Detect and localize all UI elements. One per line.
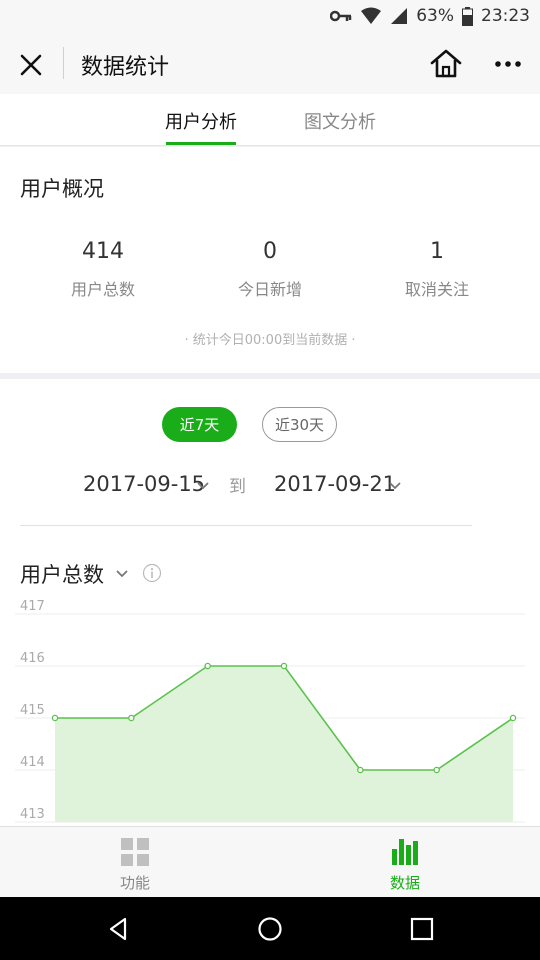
back-icon[interactable] (104, 915, 132, 943)
user-total-chart: 417 416 415 414 413 (15, 599, 525, 823)
stat-total-users: 414 用户总数 (18, 239, 188, 300)
active-tab-indicator (166, 142, 236, 145)
start-date-picker[interactable]: 2017-09-15 (83, 472, 205, 496)
close-button[interactable] (14, 48, 48, 82)
bottom-tab-bar: 功能 数据 (0, 826, 540, 897)
home-button[interactable] (428, 46, 464, 82)
user-overview-card: 用户概况 414 用户总数 0 今日新增 1 取消关注 · 统计今日00:00到… (0, 147, 540, 373)
stat-value: 1 (430, 239, 444, 264)
range-7-days-button[interactable]: 近7天 (162, 407, 237, 442)
grid-icon (121, 838, 149, 866)
chart-point[interactable] (433, 766, 440, 774)
bottom-tab-label: 功能 (119, 874, 150, 892)
key-icon (330, 9, 352, 23)
date-range-separator: 到 (229, 477, 246, 497)
chevron-down-icon (389, 482, 401, 490)
battery-icon (462, 6, 473, 26)
status-bar: 63% 23:23 (0, 0, 540, 34)
trend-card: 近7天 近30天 2017-09-15 到 2017-09-21 用户总数 41… (0, 379, 540, 826)
end-date-picker[interactable]: 2017-09-21 (274, 472, 396, 496)
analysis-tabs: 用户分析 图文分析 (0, 94, 540, 146)
battery-text: 63% (416, 6, 454, 26)
status-indicators: 63% 23:23 (330, 6, 530, 26)
wifi-icon (360, 7, 382, 25)
title-divider (63, 47, 64, 79)
title-bar: 数据统计 (0, 34, 540, 94)
info-icon[interactable] (142, 563, 162, 583)
home-circle-icon[interactable] (256, 915, 284, 943)
chart-point[interactable] (51, 714, 59, 722)
y-tick-label: 413 (20, 807, 45, 822)
chart-point[interactable] (509, 714, 517, 722)
more-button[interactable] (490, 48, 526, 80)
bottom-tab-data[interactable]: 数据 (345, 827, 465, 898)
bottom-tab-functions[interactable]: 功能 (75, 827, 195, 898)
stat-unfollow: 1 取消关注 (352, 239, 522, 300)
stat-label: 取消关注 (404, 280, 469, 299)
y-tick-label: 417 (20, 599, 45, 614)
stat-value: 0 (263, 239, 277, 264)
metric-selector[interactable]: 用户总数 (20, 559, 104, 589)
overview-title: 用户概况 (20, 177, 104, 201)
stat-label: 今日新增 (237, 280, 302, 299)
chart-area-fill (55, 666, 513, 822)
y-tick-label: 415 (20, 703, 45, 718)
system-nav-bar (0, 897, 540, 960)
section-divider (20, 525, 472, 526)
recent-apps-icon[interactable] (408, 915, 436, 943)
stat-label: 用户总数 (70, 280, 135, 299)
range-30-days-button[interactable]: 近30天 (262, 407, 337, 442)
home-icon (430, 49, 462, 78)
chevron-down-icon (116, 570, 128, 578)
chevron-down-icon (197, 482, 209, 490)
page-title: 数据统计 (81, 55, 170, 80)
more-icon (495, 61, 521, 67)
chart-point[interactable] (357, 766, 364, 774)
clock: 23:23 (481, 6, 530, 26)
y-tick-label: 414 (20, 755, 45, 770)
bar-chart-icon (392, 839, 418, 865)
chart-point[interactable] (280, 662, 288, 670)
signal-icon (390, 7, 408, 25)
bottom-tab-label: 数据 (389, 874, 420, 892)
tab-user-analysis[interactable]: 用户分析 (165, 108, 237, 134)
close-icon (20, 54, 42, 76)
overview-note: · 统计今日00:00到当前数据 · (184, 333, 356, 348)
tab-article-analysis[interactable]: 图文分析 (304, 108, 376, 134)
y-tick-label: 416 (20, 651, 45, 666)
stat-value: 414 (82, 239, 124, 264)
stat-new-today: 0 今日新增 (185, 239, 355, 300)
chart-point[interactable] (204, 662, 211, 670)
chart-point[interactable] (128, 714, 135, 722)
